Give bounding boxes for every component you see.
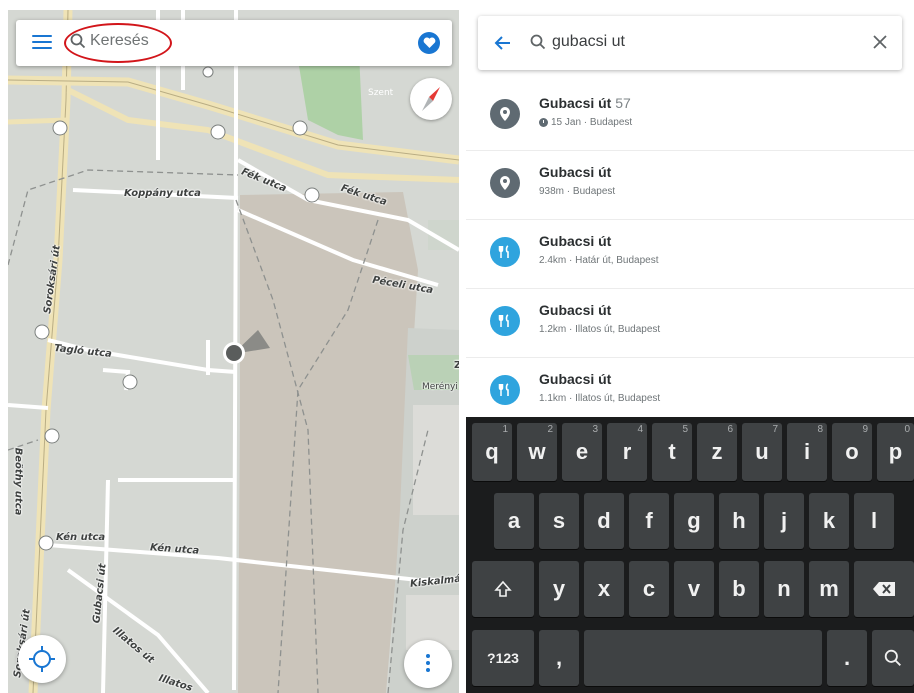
street-label: Merényi [422, 382, 458, 392]
result-title: Gubacsi út [539, 164, 612, 180]
heart-icon[interactable] [418, 32, 440, 54]
place-pin-icon [490, 168, 520, 198]
backspace-icon[interactable] [854, 561, 914, 617]
result-title: Gubacsi út [539, 302, 612, 318]
key-n[interactable]: n [764, 561, 804, 617]
search-results-list: Gubacsi út 57 15 Jan · Budapest Gubacsi … [466, 82, 914, 427]
key-i[interactable]: 8i [787, 423, 827, 481]
arrow-left-icon[interactable] [494, 34, 512, 56]
street-label: Koppány utca [124, 188, 201, 199]
map-search-bar[interactable]: Keresés [16, 20, 452, 66]
street-label: Szent [368, 88, 394, 98]
period-key[interactable]: . [827, 630, 867, 686]
key-x[interactable]: x [584, 561, 624, 617]
key-j[interactable]: j [764, 493, 804, 549]
key-k[interactable]: k [809, 493, 849, 549]
search-result-item[interactable]: Gubacsi út 57 15 Jan · Budapest [466, 82, 914, 151]
key-p[interactable]: 0p [877, 423, 914, 481]
key-l[interactable]: l [854, 493, 894, 549]
key-a[interactable]: a [494, 493, 534, 549]
street-label: Kén utca [56, 532, 106, 543]
restaurant-icon [490, 306, 520, 336]
highlight-annotation [64, 23, 172, 63]
key-b[interactable]: b [719, 561, 759, 617]
search-icon [530, 34, 546, 54]
shift-icon[interactable] [472, 561, 534, 617]
place-pin-icon [490, 99, 520, 129]
key-y[interactable]: y [539, 561, 579, 617]
result-subtitle: 15 Jan · Budapest [539, 117, 632, 128]
key-q[interactable]: 1q [472, 423, 512, 481]
result-subtitle: 1.2km · Illatos út, Budapest [539, 324, 661, 335]
compass-icon[interactable] [410, 78, 452, 120]
menu-icon[interactable] [32, 35, 52, 51]
crosshair-icon[interactable] [18, 635, 66, 683]
key-e[interactable]: 3e [562, 423, 602, 481]
space-bar[interactable] [584, 630, 822, 686]
street-label: Beöthy utca [12, 447, 24, 516]
key-r[interactable]: 4r [607, 423, 647, 481]
map-view[interactable]: Koppány utca Fék utca Fék utca Péceli ut… [8, 10, 459, 693]
search-bar[interactable]: gubacsi ut [478, 16, 902, 70]
key-s[interactable]: s [539, 493, 579, 549]
restaurant-icon [490, 237, 520, 267]
search-result-item[interactable]: Gubacsi út 938m · Budapest [466, 151, 914, 220]
key-f[interactable]: f [629, 493, 669, 549]
key-c[interactable]: c [629, 561, 669, 617]
clock-icon [539, 118, 548, 127]
keyboard-search-key[interactable] [872, 630, 914, 686]
key-w[interactable]: 2w [517, 423, 557, 481]
symbols-key[interactable]: ?123 [472, 630, 534, 686]
key-h[interactable]: h [719, 493, 759, 549]
result-title: Gubacsi út 57 [539, 95, 631, 111]
restaurant-icon [490, 375, 520, 405]
key-g[interactable]: g [674, 493, 714, 549]
result-subtitle: 1.1km · Illatos út, Budapest [539, 393, 661, 404]
comma-key[interactable]: , [539, 630, 579, 686]
key-d[interactable]: d [584, 493, 624, 549]
result-house-number: 57 [615, 95, 631, 111]
key-v[interactable]: v [674, 561, 714, 617]
more-vertical-icon[interactable] [404, 640, 452, 688]
key-u[interactable]: 7u [742, 423, 782, 481]
result-title: Gubacsi út [539, 371, 612, 387]
key-t[interactable]: 5t [652, 423, 692, 481]
result-subtitle: 938m · Budapest [539, 186, 616, 197]
result-subtitle: 2.4km · Határ út, Budapest [539, 255, 659, 266]
search-result-item[interactable]: Gubacsi út 2.4km · Határ út, Budapest [466, 220, 914, 289]
close-icon[interactable] [872, 34, 888, 54]
key-m[interactable]: m [809, 561, 849, 617]
key-o[interactable]: 9o [832, 423, 872, 481]
onscreen-keyboard: 1q 2w 3e 4r 5t 6z 7u 8i 9o 0p a s d f g … [466, 417, 914, 693]
street-label: Z [454, 360, 459, 371]
search-result-item[interactable]: Gubacsi út 1.2km · Illatos út, Budapest [466, 289, 914, 358]
result-title: Gubacsi út [539, 233, 612, 249]
key-z[interactable]: 6z [697, 423, 737, 481]
search-input[interactable]: gubacsi ut [552, 33, 625, 51]
